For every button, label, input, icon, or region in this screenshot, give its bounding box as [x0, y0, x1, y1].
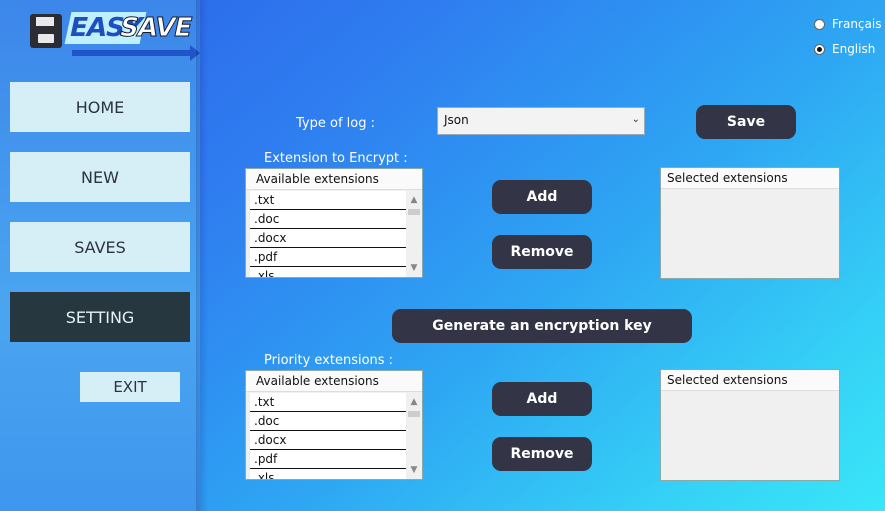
list-item[interactable]: .pdf [250, 450, 407, 469]
vertical-scrollbar[interactable]: ▲ ▼ [406, 393, 422, 479]
radio-francais[interactable] [814, 18, 825, 30]
list-header: Selected extensions [661, 370, 839, 391]
encrypt-remove-button[interactable]: Remove [492, 235, 592, 269]
chevron-up-icon[interactable]: ▲ [406, 395, 422, 409]
encrypt-add-button[interactable]: Add [492, 180, 592, 214]
list-header: Available extensions [246, 169, 422, 190]
logo-word-save: SAVE [116, 13, 195, 44]
list-item[interactable]: .doc [250, 210, 407, 229]
scroll-thumb[interactable] [408, 209, 420, 215]
priority-selected-list[interactable]: Selected extensions [660, 369, 840, 481]
vertical-scrollbar[interactable]: ▲ ▼ [406, 191, 422, 277]
priority-available-list[interactable]: Available extensions .txt .doc .docx .pd… [245, 370, 423, 480]
list-header: Available extensions [246, 371, 422, 392]
priority-add-button[interactable]: Add [492, 382, 592, 416]
chevron-down-icon: ⌄ [631, 114, 640, 125]
language-label-francais: Français [832, 17, 882, 31]
priority-label: Priority extensions : [264, 353, 394, 368]
generate-key-button[interactable]: Generate an encryption key [392, 309, 692, 343]
nav-home-button[interactable]: HOME [10, 82, 190, 132]
encrypt-available-list[interactable]: Available extensions .txt .doc .docx .pd… [245, 168, 423, 278]
list-item[interactable]: .docx [250, 431, 407, 450]
priority-remove-button[interactable]: Remove [492, 437, 592, 471]
list-item[interactable]: .docx [250, 229, 407, 248]
chevron-down-icon[interactable]: ▼ [406, 463, 422, 477]
easysave-logo: EASY SAVE [28, 10, 200, 61]
sidebar: EASY SAVE HOME NEW SAVES SETTING EXIT [0, 0, 208, 511]
chevron-up-icon[interactable]: ▲ [406, 193, 422, 207]
chevron-down-icon[interactable]: ▼ [406, 261, 422, 275]
logo-arrow-icon [72, 45, 200, 61]
list-item[interactable]: .xls [250, 267, 407, 277]
language-option-francais[interactable]: Français [814, 17, 881, 31]
list-item[interactable]: .txt [250, 393, 407, 412]
list-header: Selected extensions [661, 168, 839, 189]
language-option-english[interactable]: English [814, 42, 875, 56]
nav-saves-button[interactable]: SAVES [10, 222, 190, 272]
encrypt-selected-list[interactable]: Selected extensions [660, 167, 840, 279]
exit-button[interactable]: EXIT [80, 372, 180, 402]
list-item[interactable]: .pdf [250, 248, 407, 267]
encrypt-label: Extension to Encrypt : [264, 151, 408, 166]
nav-new-button[interactable]: NEW [10, 152, 190, 202]
language-label-english: English [832, 42, 876, 56]
log-type-select[interactable]: Json ⌄ [437, 107, 645, 135]
radio-english[interactable] [814, 43, 825, 55]
list-item[interactable]: .doc [250, 412, 407, 431]
floppy-disk-icon [30, 14, 62, 48]
save-button[interactable]: Save [696, 105, 796, 139]
nav-setting-button[interactable]: SETTING [10, 292, 190, 342]
list-item[interactable]: .txt [250, 191, 407, 210]
list-item[interactable]: .xls [250, 469, 407, 479]
scroll-thumb[interactable] [408, 411, 420, 417]
log-type-value: Json [444, 113, 469, 127]
log-type-label: Type of log : [296, 116, 375, 131]
